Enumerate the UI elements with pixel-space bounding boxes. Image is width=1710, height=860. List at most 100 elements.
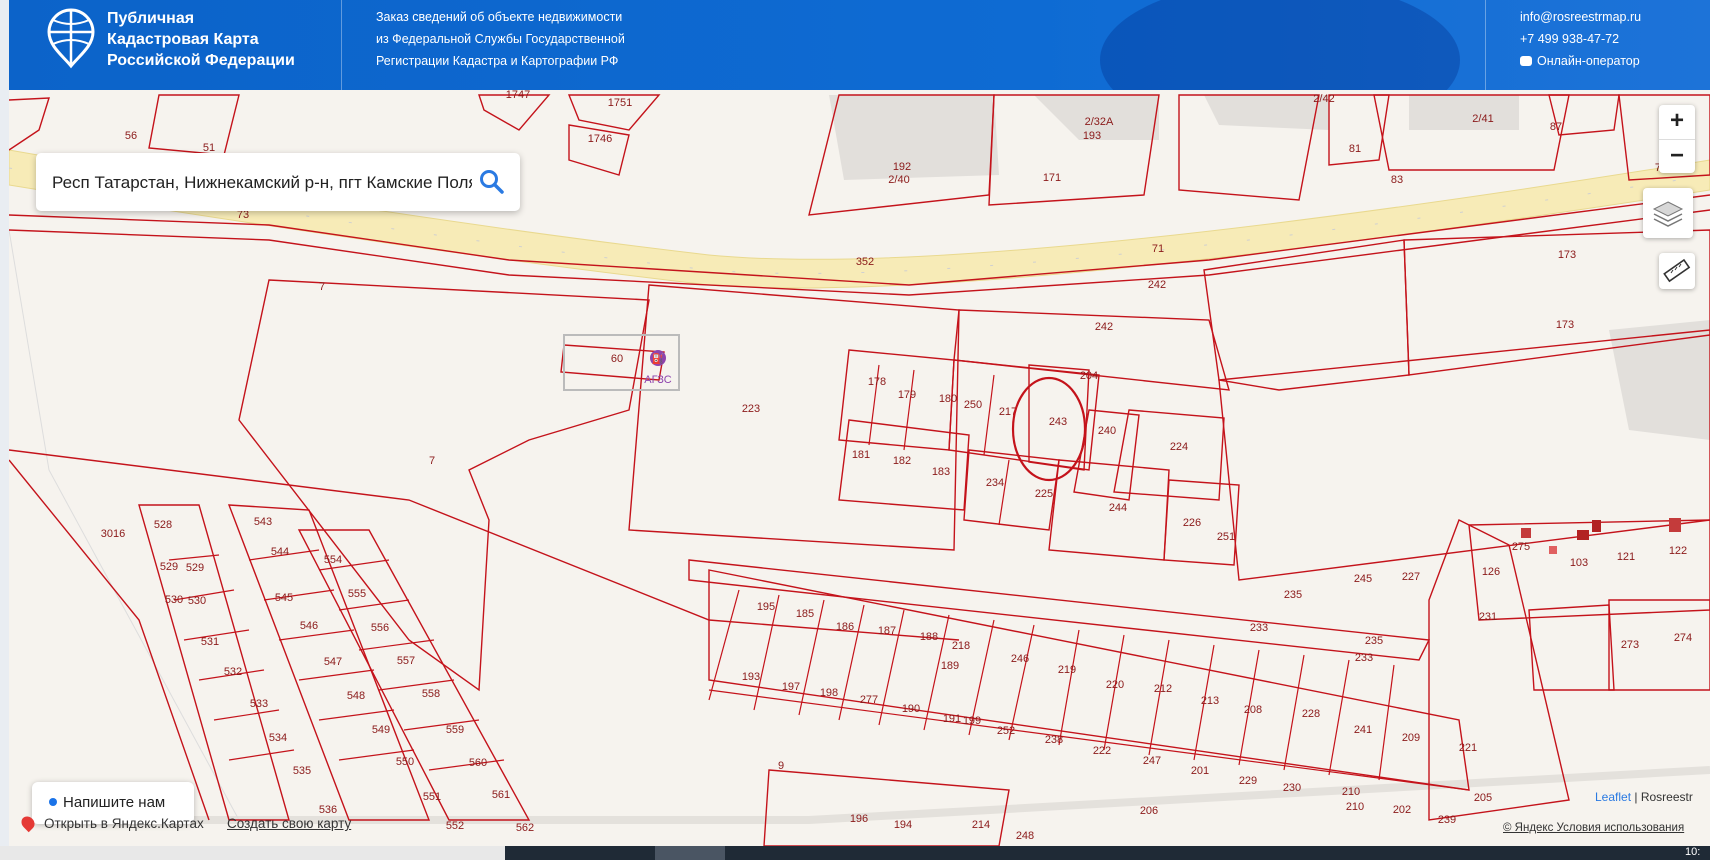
zoom-out-button[interactable]: − [1659,140,1695,174]
parcel-label[interactable]: 233 [1355,652,1373,664]
parcel-label[interactable]: 535 [293,765,311,777]
parcel-label[interactable]: 223 [742,403,760,415]
parcel-label[interactable]: 204 [1080,370,1098,382]
parcel-label[interactable]: 248 [1016,830,1034,842]
parcel-label[interactable]: 273 [1621,639,1639,651]
ruler-button[interactable] [1659,253,1695,289]
parcel-label[interactable]: 250 [964,399,982,411]
parcel-label[interactable]: 242 [1095,321,1113,333]
parcel-label[interactable]: 243 [1049,416,1067,428]
parcel-label[interactable]: 531 [201,636,219,648]
parcel-label[interactable]: 183 [932,466,950,478]
parcel-label[interactable]: 231 [1479,611,1497,623]
parcel-label[interactable]: 87 [1550,121,1562,133]
parcel-label[interactable]: 3016 [101,528,125,540]
parcel-label[interactable]: 562 [516,822,534,834]
parcel-label[interactable]: 550 [396,756,414,768]
parcel-label[interactable]: 547 [324,656,342,668]
taskbar-active-app[interactable] [655,846,725,860]
parcel-label[interactable]: 251 [1217,531,1235,543]
parcel-label[interactable]: 185 [796,608,814,620]
parcel-label[interactable]: 235 [1365,635,1383,647]
logo-icon[interactable] [43,6,99,70]
parcel-label[interactable]: 221 [1459,742,1477,754]
parcel-label[interactable]: 2/42 [1313,93,1334,105]
create-map-link[interactable]: Создать свою карту [227,816,351,831]
logo-title[interactable]: Публичная Кадастровая Карта Российской Ф… [107,8,295,71]
parcel-label[interactable]: 241 [1354,724,1372,736]
parcel-label[interactable]: 228 [1302,708,1320,720]
parcel-label[interactable]: 546 [300,620,318,632]
parcel-label[interactable]: 210 [1342,786,1360,798]
parcel-label[interactable]: 275 [1512,541,1530,553]
parcel-label[interactable]: 1747 [506,90,530,101]
parcel-label[interactable]: 201 [1191,765,1209,777]
parcel-label[interactable]: 126 [1482,566,1500,578]
parcel-label[interactable]: 198 [820,687,838,699]
parcel-label[interactable]: 529 [186,562,204,574]
parcel-label[interactable]: 1746 [588,133,612,145]
parcel-label[interactable]: 229 [1239,775,1257,787]
parcel-label[interactable]: 534 [269,732,287,744]
open-in-yandex-link[interactable]: Открыть в Яндекс.Картах [18,813,204,833]
parcel-label[interactable]: 180 [939,393,957,405]
parcel-label[interactable]: 121 [1617,551,1635,563]
parcel-label[interactable]: 234 [986,477,1004,489]
parcel-label[interactable]: 528 [154,519,172,531]
parcel-label[interactable]: 213 [1201,695,1219,707]
parcel-label[interactable]: 209 [1402,732,1420,744]
parcel-label[interactable]: 245 [1354,573,1372,585]
parcel-label[interactable]: 220 [1106,679,1124,691]
parcel-label[interactable]: 227 [1402,571,1420,583]
parcel-label[interactable]: 552 [446,820,464,832]
parcel-label[interactable]: 277 [860,694,878,706]
parcel-label[interactable]: 230 [1283,782,1301,794]
search-icon[interactable] [478,168,506,196]
parcel-label[interactable]: 554 [324,554,342,566]
parcel-label[interactable]: 2/40 [888,174,909,186]
parcel-label[interactable]: 549 [372,724,390,736]
parcel-label[interactable]: 560 [469,757,487,769]
parcel-label[interactable]: 274 [1674,632,1692,644]
parcel-label[interactable]: 532 [224,666,242,678]
parcel-label[interactable]: 240 [1098,425,1116,437]
parcel-label[interactable]: 352 [856,256,874,268]
parcel-label[interactable]: 188 [920,631,938,643]
parcel-label[interactable]: 196 [850,813,868,825]
parcel-label[interactable]: 2/32А [1085,116,1114,128]
parcel-label[interactable]: 225 [1035,488,1053,500]
layers-button[interactable] [1643,188,1693,238]
parcel-label[interactable]: 7 [429,455,435,467]
parcel-label[interactable]: 533 [250,698,268,710]
parcel-label[interactable]: 247 [1143,755,1161,767]
parcel-label[interactable]: 1751 [608,97,632,109]
parcel-label[interactable]: 530 [165,594,183,606]
parcel-label[interactable]: 195 [757,601,775,613]
parcel-label[interactable]: 60 [611,353,623,365]
parcel-label[interactable]: 186 [836,621,854,633]
parcel-label[interactable]: 246 [1011,653,1029,665]
parcel-label[interactable]: 218 [952,640,970,652]
parcel-label[interactable]: 190 [902,703,920,715]
parcel-label[interactable]: 179 [898,389,916,401]
parcel-label[interactable]: 83 [1391,174,1403,186]
parcel-label[interactable]: 171 [1043,172,1061,184]
parcel-label[interactable]: 7 [319,281,325,293]
parcel-label[interactable]: 545 [275,592,293,604]
parcel-label[interactable]: 252 [997,725,1015,737]
online-operator-link[interactable]: Онлайн-оператор [1520,50,1641,72]
parcel-label[interactable]: 193 [1083,130,1101,142]
parcel-label[interactable]: 544 [271,546,289,558]
parcel-label[interactable]: 199 [963,715,981,727]
parcel-label[interactable]: 192 [893,161,911,173]
search-input[interactable] [50,169,474,197]
parcel-label[interactable]: 212 [1154,683,1172,695]
parcel-label[interactable]: 187 [878,625,896,637]
parcel-label[interactable]: 551 [423,791,441,803]
parcel-label[interactable]: 543 [254,516,272,528]
phone-link[interactable]: +7 499 938-47-72 [1520,28,1641,50]
parcel-label[interactable]: 210 [1346,801,1364,813]
parcel-label[interactable]: 224 [1170,441,1188,453]
parcel-label[interactable]: 222 [1093,745,1111,757]
parcel-label[interactable]: 242 [1148,279,1166,291]
